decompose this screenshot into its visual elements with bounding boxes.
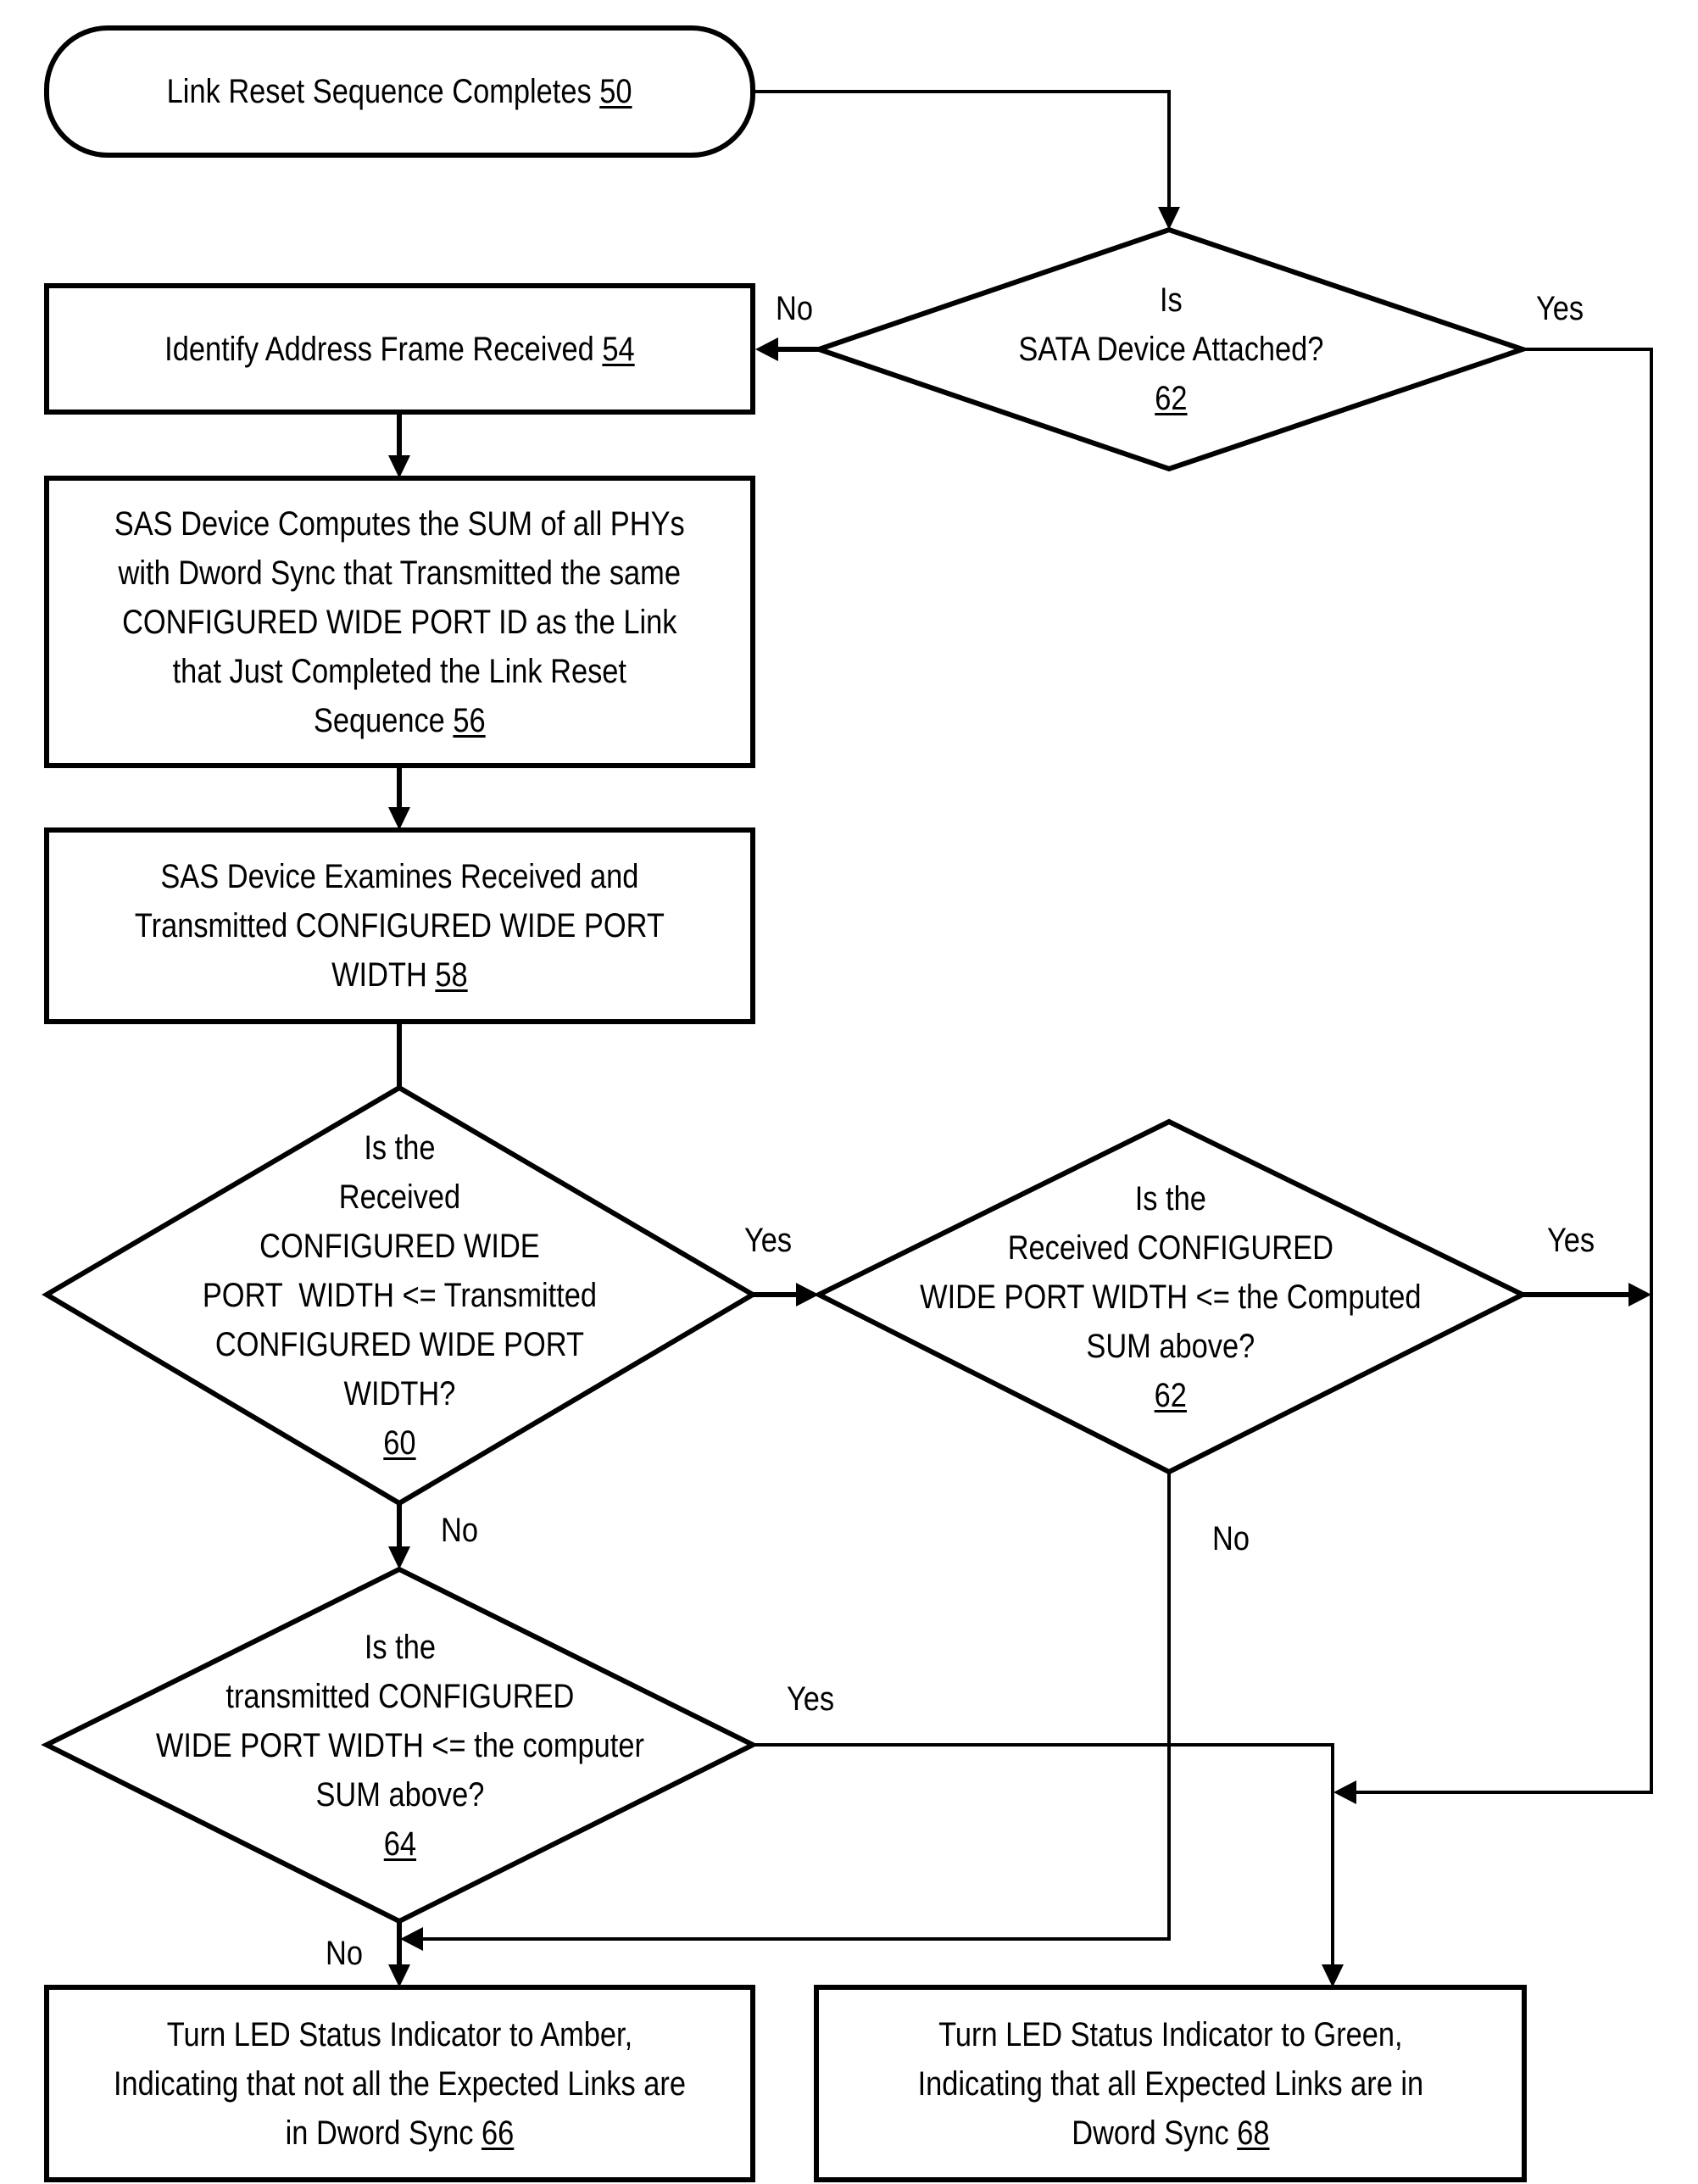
ref-number: 64 [383, 1825, 416, 1863]
node-text-line: SATA Device Attached? [1017, 331, 1324, 368]
node-text-line: that Just Completed the Link Reset [172, 652, 627, 690]
node-text-line: SUM above? [315, 1775, 484, 1814]
arrowhead-icon [388, 455, 410, 478]
node-text-line: WIDTH? [343, 1375, 456, 1412]
node-64-text: Is the transmitted CONFIGURED WIDE PORT … [155, 1623, 643, 1869]
node-text-line: SUM above? [1086, 1327, 1255, 1365]
arrowhead-icon [1158, 207, 1180, 230]
node-text-line: CONFIGURED WIDE PORT [214, 1326, 585, 1363]
node-54-text: Identify Address Frame Received 54 [164, 325, 635, 374]
node-text-line: Turn LED Status Indicator to Amber, [166, 2015, 633, 2053]
node-text-line: CONFIGURED WIDE PORT ID as the Link [122, 603, 677, 641]
node-text-line: Is [1159, 281, 1183, 319]
connector-64-yes [753, 1743, 1334, 1965]
arrowhead-icon [1322, 1964, 1344, 1987]
node-58-text: SAS Device Examines Received and Transmi… [135, 852, 665, 1000]
arrowhead-icon [1333, 1780, 1356, 1804]
ref-number: 68 [1236, 2114, 1270, 2152]
node-text-line: Sequence [314, 701, 446, 739]
arrowhead-icon [755, 337, 778, 361]
node-66-process: Turn LED Status Indicator to Amber, Indi… [47, 1987, 753, 2180]
node-text-line: Turn LED Status Indicator to Green, [938, 2015, 1403, 2053]
arrowhead-icon [400, 1927, 423, 1951]
node-text-line: SAS Device Examines Received and [160, 858, 639, 895]
node-54-process: Identify Address Frame Received 54 [47, 286, 753, 412]
node-text-line: Link Reset Sequence Completes [167, 73, 593, 110]
arrowhead-icon [1628, 1283, 1651, 1306]
node-text-line: SAS Device Computes the SUM of all PHYs [114, 504, 685, 543]
node-62a-text: Is SATA Device Attached? 62 [1018, 276, 1323, 423]
ref-number: 54 [602, 330, 635, 368]
node-64-decision: Is the transmitted CONFIGURED WIDE PORT … [47, 1569, 753, 1921]
node-text-line: Dword Sync [1071, 2114, 1229, 2152]
node-text-line: WIDTH [331, 956, 427, 994]
node-58-process: SAS Device Examines Received and Transmi… [47, 830, 753, 1022]
node-text-line: transmitted CONFIGURED [225, 1677, 574, 1715]
node-text-line: CONFIGURED WIDE [259, 1228, 540, 1265]
ref-number: 50 [599, 73, 632, 110]
node-text-line: Indicating that all Expected Links are i… [917, 2064, 1423, 2103]
node-text-line: Is the [364, 1129, 436, 1167]
edge-label-62b-no: No [1212, 1520, 1250, 1557]
node-text-line: PORT WIDTH <= Transmitted [202, 1277, 598, 1314]
edge-label-62b-yes: Yes [1547, 1222, 1595, 1259]
node-50-text: Link Reset Sequence Completes 50 [167, 67, 632, 116]
node-text-line: WIDE PORT WIDTH <= the computer [155, 1726, 644, 1764]
ref-number: 58 [435, 956, 468, 994]
edge-label-60-yes: Yes [744, 1222, 793, 1259]
node-62b-decision: Is the Received CONFIGURED WIDE PORT WID… [819, 1122, 1523, 1472]
node-50-terminal: Link Reset Sequence Completes 50 [47, 28, 753, 155]
edge-label-60-no: No [441, 1512, 478, 1549]
node-56-text: SAS Device Computes the SUM of all PHYs … [114, 499, 685, 745]
ref-number: 66 [482, 2114, 515, 2152]
arrowhead-icon [388, 1964, 410, 1987]
node-text-line: with Dword Sync that Transmitted the sam… [118, 554, 682, 592]
ref-number: 62 [1154, 1376, 1188, 1414]
ref-number: 60 [383, 1424, 416, 1462]
node-text-line: Transmitted CONFIGURED WIDE PORT [134, 907, 665, 944]
node-62a-decision: Is SATA Device Attached? 62 [819, 230, 1523, 469]
node-60-decision: Is the Received CONFIGURED WIDE PORT WID… [47, 1088, 753, 1503]
node-68-text: Turn LED Status Indicator to Green, Indi… [917, 2010, 1423, 2158]
node-62b-text: Is the Received CONFIGURED WIDE PORT WID… [920, 1174, 1421, 1420]
ref-number: 56 [453, 701, 486, 739]
node-text-line: Received CONFIGURED [1007, 1228, 1334, 1267]
arrowhead-icon [388, 1546, 410, 1569]
node-text-line: in Dword Sync [285, 2114, 474, 2152]
node-66-text: Turn LED Status Indicator to Amber, Indi… [114, 2010, 686, 2158]
edge-label-sata-yes: Yes [1536, 290, 1584, 327]
ref-number: 62 [1154, 380, 1188, 417]
node-56-process: SAS Device Computes the SUM of all PHYs … [47, 478, 753, 766]
node-60-text: Is the Received CONFIGURED WIDE PORT WID… [203, 1123, 597, 1468]
node-text-line: Received [338, 1178, 461, 1216]
node-68-process: Turn LED Status Indicator to Green, Indi… [816, 1987, 1524, 2180]
node-text-line: Is the [1134, 1179, 1207, 1217]
edge-label-64-yes: Yes [787, 1680, 835, 1718]
node-text-line: WIDE PORT WIDTH <= the Computed [920, 1278, 1422, 1316]
arrowhead-icon [796, 1283, 819, 1306]
connector-50-to-62a [753, 90, 1171, 208]
connector-62a-yes [1356, 348, 1653, 1794]
node-text-line: Is the [364, 1628, 436, 1666]
node-text-line: Identify Address Frame Received [164, 330, 594, 368]
edge-label-64-no: No [326, 1935, 363, 1972]
edge-label-sata-no: No [776, 290, 813, 327]
node-text-line: Indicating that not all the Expected Lin… [113, 2064, 687, 2103]
arrowhead-icon [388, 807, 410, 830]
